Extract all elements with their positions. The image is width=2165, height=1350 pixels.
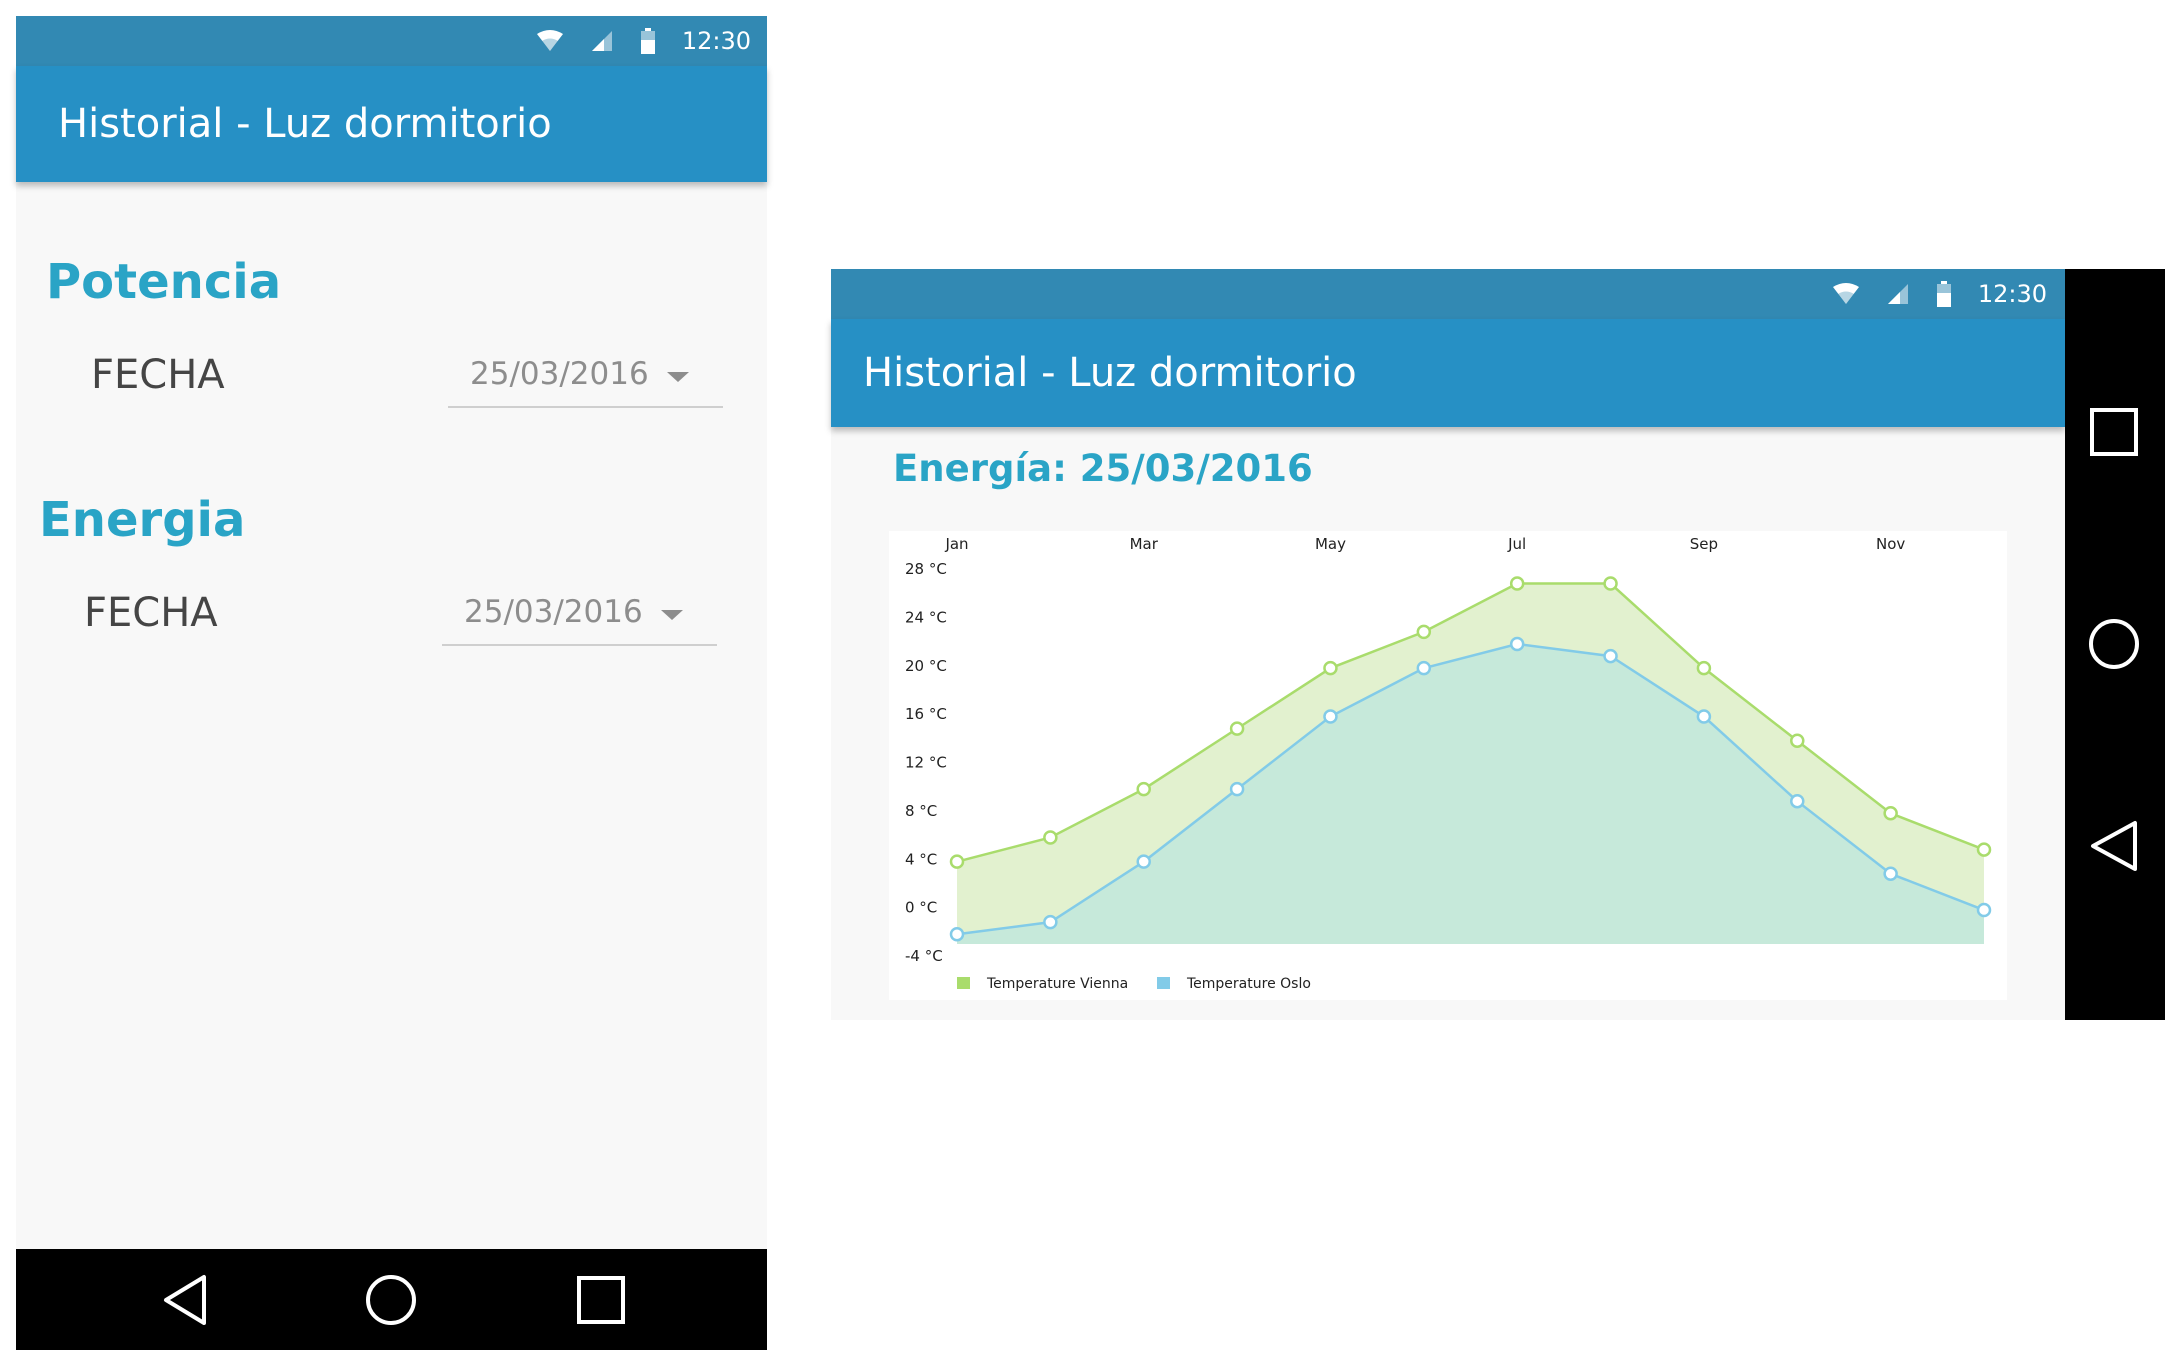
y-tick-label: -4 °C (905, 947, 943, 965)
x-tick-label: May (1315, 535, 1346, 553)
battery-icon (1936, 281, 1951, 307)
energia-date-spinner[interactable]: 25/03/2016 (442, 586, 717, 646)
status-time: 12:30 (1977, 280, 2047, 308)
back-icon[interactable] (158, 1271, 216, 1329)
x-tick-label: Mar (1130, 535, 1159, 553)
y-tick-label: 28 °C (905, 560, 947, 578)
y-tick-label: 4 °C (905, 850, 937, 868)
app-title: Historial - Luz dormitorio (58, 101, 552, 147)
energia-date-value: 25/03/2016 (464, 594, 643, 630)
potencia-fecha-label: FECHA (91, 352, 225, 398)
energy-title: Energía: 25/03/2016 (893, 447, 1313, 490)
status-time: 12:30 (681, 27, 751, 55)
data-point (1416, 624, 1432, 640)
data-point (1323, 709, 1338, 724)
status-bar: 12:30 (831, 269, 2065, 319)
y-tick-label: 8 °C (905, 802, 937, 820)
wifi-icon (1832, 283, 1859, 304)
data-point (1136, 854, 1151, 869)
data-point (1043, 914, 1058, 930)
potencia-date-spinner[interactable]: 25/03/2016 (448, 348, 723, 408)
dropdown-arrow-icon (661, 610, 683, 620)
chart-svg: 28 °C 24 °C 20 °C 16 °C 12 °C 8 °C 4 °C 0 °C -4 … (905, 535, 1992, 992)
landscape-phone-screen: 12:30 Historial - Luz dormitorio Energía… (831, 269, 2165, 1020)
data-point (1790, 733, 1805, 748)
y-tick-label: 16 °C (905, 705, 947, 723)
dropdown-arrow-icon (667, 372, 689, 382)
data-point (949, 854, 965, 869)
energia-fecha-label: FECHA (84, 590, 218, 636)
data-point (1136, 781, 1151, 797)
wifi-icon (536, 30, 563, 51)
potencia-date-value: 25/03/2016 (470, 356, 649, 392)
data-point (1976, 842, 1992, 857)
x-tick-label: Sep (1690, 535, 1718, 553)
legend-swatch (1157, 977, 1170, 989)
data-point (1883, 866, 1898, 882)
recents-icon[interactable] (572, 1271, 630, 1329)
x-tick-label: Nov (1876, 535, 1905, 553)
y-tick-label: 24 °C (905, 608, 947, 626)
portrait-phone-screen: 12:30 Historial - Luz dormitorio Potenci… (16, 16, 767, 1350)
legend-label: Temperature Vienna (986, 976, 1128, 992)
legend-label: Temperature Oslo (1186, 976, 1311, 992)
x-tick-label: Jul (1507, 535, 1526, 553)
home-icon[interactable] (2085, 615, 2143, 673)
y-tick-label: 0 °C (905, 899, 937, 917)
data-point (1043, 830, 1058, 845)
y-tick-label: 12 °C (905, 754, 947, 772)
temperature-chart: 28 °C 24 °C 20 °C 16 °C 12 °C 8 °C 4 °C 0 °C -4 … (889, 531, 2007, 1000)
data-point (1509, 636, 1525, 652)
signal-icon (591, 31, 612, 51)
back-icon[interactable] (2085, 817, 2143, 875)
home-icon[interactable] (362, 1271, 420, 1329)
data-point (1323, 660, 1338, 676)
data-point (1416, 660, 1432, 676)
data-point (1603, 648, 1618, 664)
data-point (949, 926, 965, 942)
data-point (1696, 709, 1712, 724)
app-bar: Historial - Luz dormitorio (831, 319, 2065, 427)
x-tick-label: Jan (944, 535, 968, 553)
data-point (1229, 781, 1245, 797)
data-point (1229, 721, 1245, 736)
signal-icon (1887, 284, 1908, 304)
energia-title: Energia (39, 492, 246, 548)
potencia-title: Potencia (46, 254, 282, 310)
status-bar: 12:30 (16, 16, 767, 66)
navigation-bar (2065, 269, 2165, 1020)
data-point (1696, 660, 1712, 676)
data-point (1603, 576, 1618, 591)
legend-swatch (957, 977, 970, 989)
y-tick-label: 20 °C (905, 657, 947, 675)
data-point (1790, 793, 1805, 809)
navigation-bar (16, 1249, 767, 1350)
data-point (1976, 902, 1992, 918)
data-point (1883, 806, 1898, 821)
app-title: Historial - Luz dormitorio (863, 350, 1357, 396)
battery-icon (640, 28, 655, 54)
app-bar: Historial - Luz dormitorio (16, 66, 767, 182)
recents-icon[interactable] (2085, 403, 2143, 461)
data-point (1509, 576, 1525, 591)
